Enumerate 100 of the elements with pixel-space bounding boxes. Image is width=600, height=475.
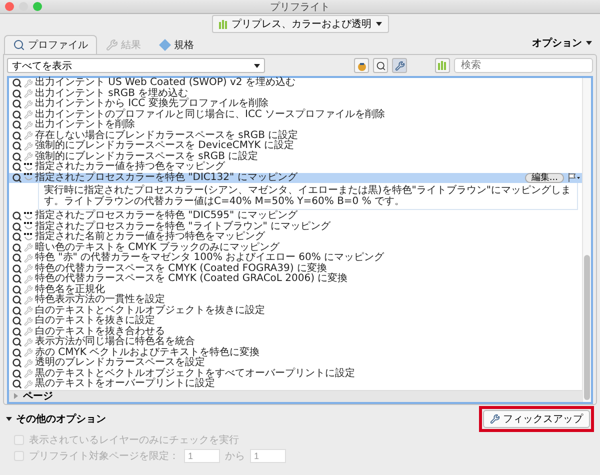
wrench-icon	[24, 338, 33, 347]
scrollbar[interactable]	[582, 78, 591, 402]
fixup-row[interactable]: 白のテキストを抜きに設定	[9, 316, 582, 326]
magnifier-icon	[12, 358, 22, 368]
magnifier-icon	[12, 379, 22, 390]
fixup-label: 指定された名前とカラー値を持つ特色をマッピング	[35, 232, 265, 242]
fixup-label: 出力インテントを削除	[35, 120, 135, 130]
flag-menu-button[interactable]	[566, 173, 582, 182]
fixup-row[interactable]: 指定されたプロセスカラーを特色 "DIC132" にマッピング 編集...	[9, 172, 582, 183]
wrench-icon	[24, 120, 33, 130]
fixup-row[interactable]: 指定された名前とカラー値を持つ特色をマッピング	[9, 232, 582, 242]
fixup-row[interactable]: 黒のテキストとベクトルオブジェクトをすべてオーバープリントに設定	[9, 368, 582, 379]
more-options-toggle[interactable]: その他のオプション	[6, 412, 106, 426]
bar-chart-icon	[438, 61, 447, 70]
filter-dropdown[interactable]: すべてを表示	[7, 58, 265, 73]
wrench-icon	[24, 142, 33, 151]
magnifier-icon	[12, 253, 22, 264]
fixup-label: 指定されたカラー値を持つ色をマッピング	[35, 162, 225, 172]
wrench-icon	[24, 254, 33, 263]
profile-tool-button[interactable]	[354, 58, 369, 73]
wrench-icon	[24, 78, 33, 88]
fixup-row[interactable]: 出力インテントを削除	[9, 120, 582, 130]
magnifier-icon	[12, 172, 22, 183]
zoom-window-button[interactable]	[33, 2, 42, 11]
fixup-label: 強制的にブレンドカラースペースを DeviceCMYK に設定	[35, 141, 294, 151]
fixup-row[interactable]: 表示方法が同じ場合に特色名を統合	[9, 337, 582, 348]
magnifier-icon	[13, 39, 25, 51]
magnifier-icon	[12, 222, 22, 232]
library-dropdown[interactable]: プリプレス、カラーおよび透明	[212, 15, 388, 33]
fixup-row[interactable]: 指定されたプロセスカラーを特色 "ライトブラウン" にマッピング	[9, 222, 582, 232]
fixup-row[interactable]: 強制的にブレンドカラースペースを DeviceCMYK に設定	[9, 141, 582, 152]
fixup-row[interactable]: 白のテキストとベクトルオブジェクトを抜きに設定	[9, 306, 582, 316]
fixup-row[interactable]: 暗い色のテキストを CMYK ブラックのみにマッピング	[9, 242, 582, 253]
magnifier-icon	[12, 295, 22, 306]
wrench-icon	[24, 89, 33, 98]
fixup-label: 特色 "赤" の代替カラーをマゼンタ 100% およびイエロー 60% にマッピング	[35, 253, 384, 263]
magnifier-icon	[12, 232, 22, 242]
fixup-row[interactable]: 特色の代替カラースペースを CMYK (Coated FOGRA39) に変換	[9, 264, 582, 274]
fixup-label: 特色名を正規化	[35, 284, 105, 294]
fixup-label: 出力インテントから ICC 変換先プロファイルを削除	[35, 99, 268, 109]
magnifier-icon	[12, 316, 22, 326]
wrench-icon	[24, 316, 33, 326]
wrench-icon	[24, 285, 33, 294]
wrench-icon	[24, 306, 33, 316]
fixup-label: 指定されたプロセスカラーを特色 "ライトブラウン" にマッピング	[35, 222, 331, 232]
wrench-icon	[24, 131, 33, 140]
search-icon	[376, 60, 386, 70]
fixup-label: 出力インテント US Web Coated (SWOP) v2 を埋め込む	[35, 78, 296, 88]
fixup-row[interactable]: 指定されたプロセスカラーを特色 "DIC595" にマッピング	[9, 211, 582, 222]
fixup-label: 出力インテント sRGB を埋め込む	[35, 88, 188, 98]
tab[interactable]: 規格	[150, 35, 203, 54]
edit-button[interactable]: 編集...	[525, 172, 564, 183]
magnifier-icon	[12, 152, 22, 162]
fixup-row[interactable]: 出力インテント US Web Coated (SWOP) v2 を埋め込む	[9, 78, 582, 88]
wrench-icon	[24, 358, 33, 368]
wrench-icon	[24, 243, 33, 252]
magnifier-icon	[12, 242, 22, 253]
fixup-tool-button[interactable]	[392, 58, 407, 73]
options-menu[interactable]: オプション	[528, 34, 596, 52]
fixup-label: 赤の CMYK ベクトルおよびテキストを特色に変換	[35, 348, 260, 358]
wrench-icon	[24, 369, 33, 378]
fixup-row[interactable]: 出力インテントのプロファイルと同じ場合に、ICC ソースプロファイルを削除	[9, 110, 582, 120]
close-window-button[interactable]	[5, 2, 14, 11]
fixup-row[interactable]: 存在しない場合にブレンドカラースペースを sRGB に設定	[9, 130, 582, 141]
wrench-icon	[24, 100, 33, 109]
fixup-row[interactable]: 透明のブレンドカラースペースを設定	[9, 358, 582, 368]
wrench-icon	[24, 380, 33, 389]
fixup-row[interactable]: 黒のテキストをオーバープリントに設定	[9, 379, 582, 390]
fixup-label: 指定されたプロセスカラーを特色 "DIC595" にマッピング	[35, 211, 298, 221]
fixup-row[interactable]: 出力インテントから ICC 変換先プロファイルを削除	[9, 99, 582, 110]
fixup-row[interactable]: 赤の CMYK ベクトルおよびテキストを特色に変換	[9, 348, 582, 358]
fixup-row[interactable]: 出力インテント sRGB を埋め込む	[9, 88, 582, 99]
fixup-label: 存在しない場合にブレンドカラースペースを sRGB に設定	[35, 130, 298, 140]
fixup-label: 特色の代替カラースペースを CMYK (Coated GRACoL 2006) に変換	[35, 274, 348, 284]
wrench-icon	[24, 348, 33, 358]
fixup-label: 黒のテキストをオーバープリントに設定	[35, 379, 215, 390]
magnifier-icon	[12, 326, 22, 337]
fixup-row[interactable]: 強制的にブレンドカラースペースを sRGB に設定	[9, 152, 582, 162]
magnifier-icon	[12, 141, 22, 152]
search-tool-button[interactable]	[373, 58, 388, 73]
wrench-icon	[24, 327, 33, 336]
fixup-label: 暗い色のテキストを CMYK ブラックのみにマッピング	[35, 242, 280, 252]
fixup-button[interactable]: フィックスアップ	[483, 410, 590, 428]
search-field[interactable]: 検索	[454, 58, 593, 73]
tab[interactable]: プロファイル	[4, 35, 97, 54]
fixup-row[interactable]: 特色名を正規化	[9, 284, 582, 295]
fixup-row[interactable]: 指定されたカラー値を持つ色をマッピング	[9, 162, 582, 172]
magnifier-icon	[12, 284, 22, 295]
fixup-row[interactable]: 特色の代替カラースペースを CMYK (Coated GRACoL 2006) に変換	[9, 274, 582, 284]
magnifier-icon	[12, 264, 22, 274]
wrench-icon	[24, 264, 33, 274]
fixup-row[interactable]: 白のテキストを抜き合わせる	[9, 326, 582, 337]
fixup-row[interactable]: 特色 "赤" の代替カラーをマゼンタ 100% およびイエロー 60% にマッピング	[9, 253, 582, 264]
fixup-row[interactable]: 特色表示方法の一貫性を設定	[9, 295, 582, 306]
fixup-label: 透明のブレンドカラースペースを設定	[35, 358, 205, 368]
magnifier-icon	[12, 348, 22, 358]
fixup-label: 出力インテントのプロファイルと同じ場合に、ICC ソースプロファイルを削除	[35, 110, 386, 120]
library-tool-button[interactable]	[435, 58, 450, 73]
pages-group-row[interactable]: ページ	[9, 390, 582, 402]
wrench-icon	[24, 152, 33, 162]
